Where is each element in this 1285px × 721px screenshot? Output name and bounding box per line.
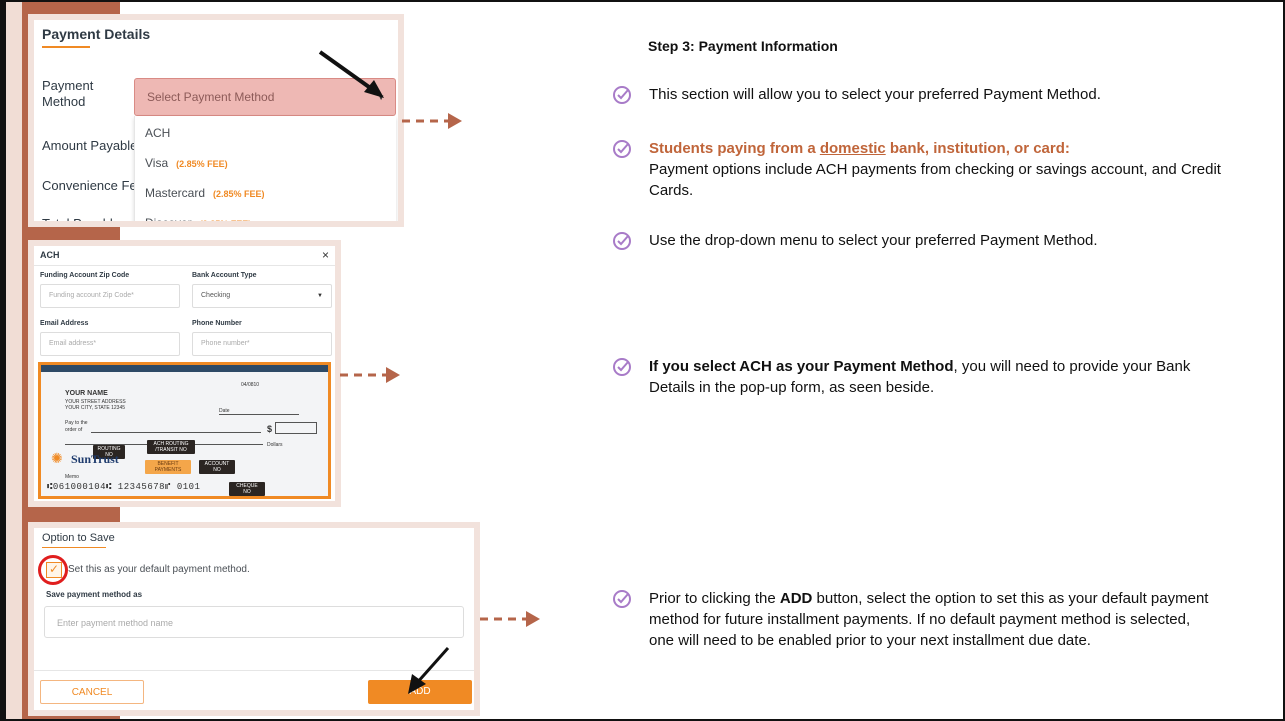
check-circle-icon — [613, 358, 631, 376]
sample-check-image: YOUR NAME YOUR STREET ADDRESS YOUR CITY,… — [38, 362, 331, 499]
check-circle-icon — [613, 232, 631, 250]
left-accent-strip — [6, 2, 22, 719]
email-label: Email Address — [40, 320, 89, 327]
dashed-arrow-icon — [480, 611, 540, 627]
save-as-label: Save payment method as — [46, 590, 143, 599]
zip-label: Funding Account Zip Code — [40, 272, 130, 279]
check-circle-icon — [613, 86, 631, 104]
pointer-arrow-icon — [408, 647, 450, 694]
account-type-select[interactable]: Checking ▼ — [192, 284, 332, 308]
payment-method-dropdown: ACH Visa (2.85% FEE) Mastercard (2.85% FEE… — [134, 116, 396, 221]
title-underline — [42, 46, 90, 48]
option-to-save-title: Option to Save — [42, 532, 115, 544]
highlight-circle — [38, 555, 68, 585]
dashed-arrow-icon — [340, 367, 400, 383]
amount-payable-label: Amount Payable — [42, 138, 138, 153]
ach-title: ACH — [40, 250, 60, 260]
option-ach[interactable]: ACH — [145, 126, 170, 140]
step-title: Step 3: Payment Information — [648, 38, 838, 54]
bank-logo: SunTrust — [71, 452, 119, 466]
micr-line: ⑆061000104⑆ 12345678⑈ 0101 — [47, 482, 201, 492]
zip-input[interactable]: Funding account Zip Code* — [40, 284, 180, 308]
payment-details-panel: Payment Details Payment Method Amount Pa… — [28, 14, 404, 227]
payment-method-name-input[interactable]: Enter payment method name — [44, 606, 464, 638]
dashed-arrow-icon — [402, 113, 462, 129]
ach-form-panel: ACH × Funding Account Zip Code Funding a… — [28, 240, 341, 507]
payment-method-label: Payment Method — [42, 78, 94, 109]
option-discover[interactable]: Discover (2.85% FEE) — [145, 216, 251, 221]
pointer-arrow-icon — [318, 50, 384, 98]
check-circle-icon — [613, 140, 631, 158]
select-placeholder: Select Payment Method — [147, 90, 275, 104]
check-circle-icon — [613, 590, 631, 608]
option-to-save-panel: Option to Save ✓ Set this as your defaul… — [28, 522, 480, 716]
close-icon[interactable]: × — [322, 248, 329, 262]
convenience-fee-label: Convenience Fee — [42, 178, 144, 193]
chevron-down-icon: ▼ — [317, 293, 323, 299]
default-method-label: Set this as your default payment method. — [68, 564, 250, 575]
phone-input[interactable]: Phone number* — [192, 332, 332, 356]
payment-details-title: Payment Details — [42, 26, 151, 42]
option-mastercard[interactable]: Mastercard (2.85% FEE) — [145, 186, 265, 200]
cancel-button[interactable]: CANCEL — [40, 680, 144, 704]
account-type-label: Bank Account Type — [192, 272, 257, 279]
ach-header: ACH × — [34, 246, 335, 266]
email-input[interactable]: Email address* — [40, 332, 180, 356]
option-visa[interactable]: Visa (2.85% FEE) — [145, 156, 228, 170]
phone-label: Phone Number — [192, 320, 242, 327]
total-payable-label: Total Payable — [42, 216, 121, 227]
